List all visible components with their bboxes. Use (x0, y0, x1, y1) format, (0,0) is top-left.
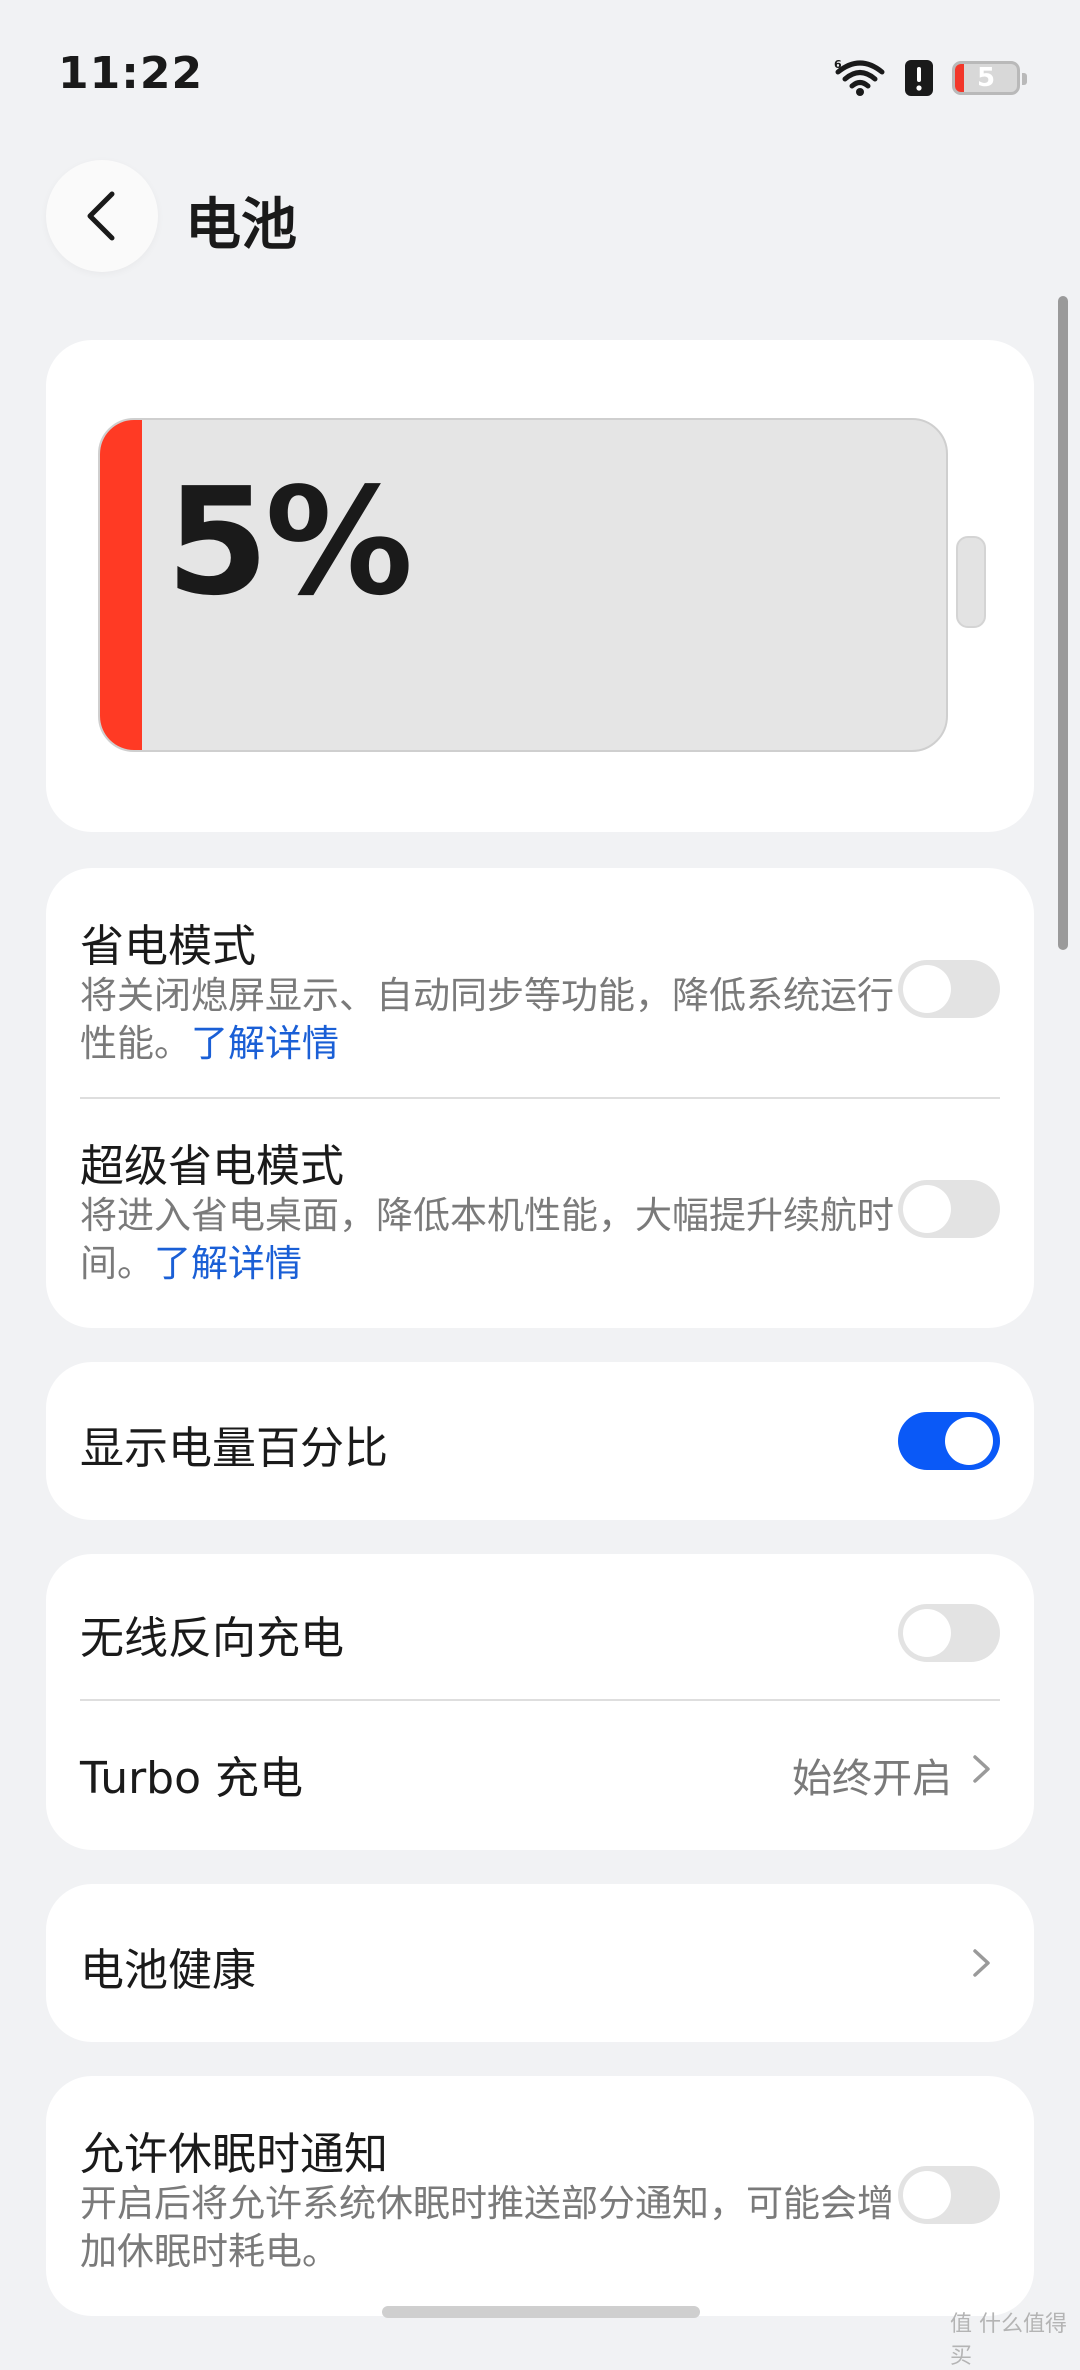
reverse-charge-toggle[interactable] (898, 1604, 1000, 1662)
chevron-right-icon (973, 1755, 990, 1783)
toggle-knob (903, 1609, 951, 1657)
status-time: 11:22 (58, 48, 204, 99)
sleep-notify-desc: 开启后将允许系统休眠时推送部分通知，可能会增加休眠时耗电。 (80, 2182, 894, 2273)
show-percentage-toggle[interactable] (898, 1412, 1000, 1470)
turbo-charge-title: Turbo 充电 (80, 1753, 304, 1804)
alert-icon (905, 60, 933, 96)
super-power-saving-toggle[interactable] (898, 1180, 1000, 1238)
power-saving-desc: 将关闭熄屏显示、自动同步等功能，降低系统运行性能。了解详情 (80, 972, 920, 1068)
chevron-right-icon (973, 1949, 990, 1977)
battery-graphic-cap (956, 536, 986, 628)
power-saving-title: 省电模式 (80, 921, 256, 972)
sleep-notify-card: 允许休眠时通知 开启后将允许系统休眠时推送部分通知，可能会增加休眠时耗电。 (46, 2076, 1034, 2316)
home-indicator[interactable] (382, 2306, 700, 2318)
battery-health-row[interactable]: 电池健康 (46, 1884, 1034, 2042)
page-title: 电池 (185, 193, 297, 258)
battery-card: 5% (46, 340, 1034, 832)
wifi-icon: 6 (834, 58, 885, 96)
power-saving-card: 省电模式 将关闭熄屏显示、自动同步等功能，降低系统运行性能。了解详情 超级省电模… (46, 868, 1034, 1328)
watermark: 值 什么值得买 (950, 2312, 1067, 2369)
battery-percentage: 5% (166, 456, 413, 628)
battery-health-title: 电池健康 (80, 1945, 256, 1996)
power-saving-toggle[interactable] (898, 960, 1000, 1018)
toggle-knob (903, 2171, 951, 2219)
toggle-knob (903, 1185, 951, 1233)
show-percentage-card: 显示电量百分比 (46, 1362, 1034, 1520)
back-button[interactable] (46, 160, 158, 272)
status-battery-icon: 5 (952, 61, 1027, 95)
super-power-saving-learn-more-link[interactable]: 了解详情 (154, 1242, 302, 1285)
battery-level-fill (100, 420, 143, 750)
charging-card: 无线反向充电 Turbo 充电 始终开启 (46, 1554, 1034, 1850)
show-percentage-title: 显示电量百分比 (80, 1423, 388, 1474)
reverse-charge-title: 无线反向充电 (80, 1613, 344, 1664)
svg-text:6: 6 (834, 58, 842, 71)
chevron-left-icon (87, 191, 115, 241)
turbo-charge-row[interactable]: Turbo 充电 始终开启 (46, 1700, 1034, 1850)
turbo-charge-value: 始终开启 (792, 1756, 952, 1802)
status-battery-level: 5 (976, 63, 996, 93)
power-saving-learn-more-link[interactable]: 了解详情 (191, 1022, 339, 1065)
scrollbar[interactable] (1058, 296, 1068, 950)
toggle-knob (945, 1417, 993, 1465)
super-power-saving-title: 超级省电模式 (80, 1141, 344, 1192)
super-power-saving-desc: 将进入省电桌面，降低本机性能，大幅提升续航时间。了解详情 (80, 1192, 920, 1288)
divider (80, 1097, 1000, 1099)
sleep-notify-title: 允许休眠时通知 (80, 2129, 388, 2180)
sleep-notify-toggle[interactable] (898, 2166, 1000, 2224)
toggle-knob (903, 965, 951, 1013)
status-battery-cap (1022, 73, 1027, 85)
status-icons: 6 5 (834, 56, 1027, 100)
